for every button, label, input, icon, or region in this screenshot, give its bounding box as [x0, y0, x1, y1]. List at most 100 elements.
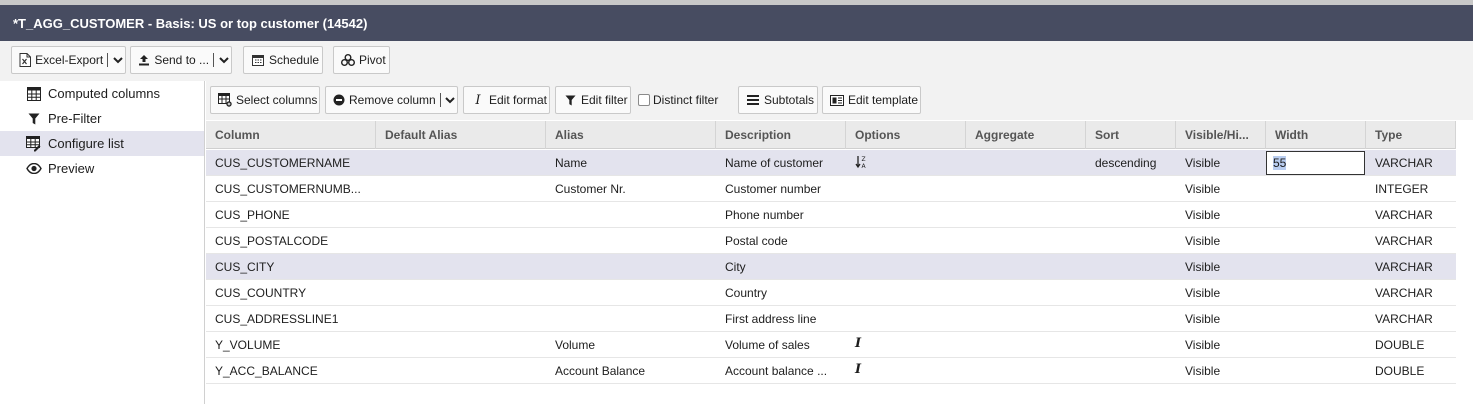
table-row[interactable]: CUS_CUSTOMERNUMB... Customer Nr. Custome… [206, 176, 1456, 202]
table-row[interactable]: Y_ACC_BALANCE Account Balance Account ba… [206, 358, 1456, 384]
table-row[interactable]: CUS_CITY City Visible VARCHAR [206, 254, 1456, 280]
table-row[interactable]: CUS_COUNTRY Country Visible VARCHAR [206, 280, 1456, 306]
width-edit-input[interactable]: 55 [1266, 151, 1365, 175]
cell-type: VARCHAR [1375, 208, 1433, 222]
distinct-filter-checkbox[interactable] [638, 94, 650, 106]
cell-description: Account balance ... [725, 364, 828, 378]
cell-visible: Visible [1185, 338, 1221, 352]
cell-type: VARCHAR [1375, 234, 1433, 248]
table-grid-icon [26, 86, 42, 102]
separator [439, 93, 441, 107]
cell-visible: Visible [1185, 182, 1221, 196]
upload-icon [138, 53, 150, 67]
cell-column: CUS_POSTALCODE [215, 234, 329, 248]
distinct-filter-label: Distinct filter [653, 93, 719, 107]
filter-icon [563, 93, 577, 107]
sidebar-item-computed-columns[interactable]: Computed columns [0, 81, 204, 106]
cell-type: VARCHAR [1375, 260, 1433, 274]
cell-description: Postal code [725, 234, 788, 248]
cell-alias: Name [555, 156, 588, 170]
cell-type: DOUBLE [1375, 338, 1425, 352]
pivot-button[interactable]: Pivot [333, 46, 390, 74]
separator [213, 53, 214, 67]
sidebar-item-pre-filter[interactable]: Pre-Filter [0, 106, 204, 131]
header-width[interactable]: Width [1266, 121, 1366, 149]
edit-filter-button[interactable]: Edit filter [555, 86, 631, 114]
chevron-down-icon[interactable] [111, 53, 125, 67]
excel-export-button[interactable]: Excel-Export [11, 46, 126, 74]
table-row[interactable]: CUS_ADDRESSLINE1 First address line Visi… [206, 306, 1456, 332]
cell-column: Y_ACC_BALANCE [215, 364, 318, 378]
edit-template-button[interactable]: Edit template [822, 86, 921, 114]
title-bar: *T_AGG_CUSTOMER - Basis: US or top custo… [0, 5, 1473, 41]
cell-description: Name of customer [725, 156, 824, 170]
cell-column: Y_VOLUME [215, 338, 281, 352]
edit-format-button[interactable]: I Edit format [463, 86, 550, 114]
chevron-down-icon[interactable] [217, 53, 231, 67]
configure-list-icon [26, 135, 42, 152]
list-lines-icon [746, 93, 760, 107]
cell-type: DOUBLE [1375, 364, 1425, 378]
cell-visible: Visible [1185, 208, 1221, 222]
subtotals-button[interactable]: Subtotals [738, 86, 818, 114]
header-visible[interactable]: Visible/Hi... [1176, 121, 1266, 149]
send-to-button[interactable]: Send to ... [130, 46, 232, 74]
chevron-down-icon[interactable] [444, 93, 457, 107]
cell-column: CUS_CITY [215, 260, 275, 274]
header-default-alias[interactable]: Default Alias [376, 121, 546, 149]
minus-circle-icon [333, 93, 345, 107]
sidebar: Computed columns Pre-Filter Configure li… [0, 81, 205, 404]
cell-visible: Visible [1185, 286, 1221, 300]
sidebar-item-preview[interactable]: Preview [0, 156, 204, 181]
cell-visible: Visible [1185, 312, 1221, 326]
header-options[interactable]: Options [846, 121, 966, 149]
table-row[interactable]: CUS_CUSTOMERNAME Name Name of customer Z… [206, 150, 1456, 176]
table-row[interactable]: CUS_POSTALCODE Postal code Visible VARCH… [206, 228, 1456, 254]
filter-icon [26, 111, 42, 127]
header-sort[interactable]: Sort [1086, 121, 1176, 149]
cell-type: VARCHAR [1375, 286, 1433, 300]
cell-description: Country [725, 286, 768, 300]
schedule-button[interactable]: Schedule [243, 46, 323, 74]
select-columns-button[interactable]: Select columns [210, 86, 320, 114]
format-italic-icon: I [855, 362, 862, 377]
cell-type: VARCHAR [1375, 156, 1433, 170]
grid-header: Column Default Alias Alias Description O… [206, 121, 1456, 149]
cell-column: CUS_COUNTRY [215, 286, 307, 300]
table-row[interactable]: CUS_PHONE Phone number Visible VARCHAR [206, 202, 1456, 228]
cell-visible: Visible [1185, 260, 1221, 274]
cell-sort: descending [1095, 156, 1157, 170]
svg-text:A: A [862, 163, 867, 169]
header-description[interactable]: Description [716, 121, 846, 149]
svg-text:Z: Z [862, 156, 866, 163]
header-aggregate[interactable]: Aggregate [966, 121, 1086, 149]
header-alias[interactable]: Alias [546, 121, 716, 149]
pivot-cubes-icon [341, 53, 355, 67]
cell-column: CUS_CUSTOMERNAME [215, 156, 351, 170]
calendar-icon [251, 53, 265, 67]
table-row[interactable]: Y_VOLUME Volume Volume of sales I Visibl… [206, 332, 1456, 358]
window-title: *T_AGG_CUSTOMER - Basis: US or top custo… [13, 16, 368, 31]
excel-file-icon [19, 53, 32, 67]
sort-az-icon: ZA [855, 155, 867, 172]
separator [107, 53, 109, 67]
cell-description: Volume of sales [725, 338, 810, 352]
sidebar-item-configure-list[interactable]: Configure list [0, 131, 204, 156]
table-add-icon [218, 93, 232, 107]
header-type[interactable]: Type [1366, 121, 1456, 149]
cell-type: INTEGER [1375, 182, 1429, 196]
template-icon [830, 93, 844, 107]
cell-alias: Volume [555, 338, 596, 352]
eye-icon [26, 161, 42, 177]
cell-description: City [725, 260, 746, 274]
italic-format-icon: I [475, 92, 481, 108]
cell-column: CUS_ADDRESSLINE1 [215, 312, 339, 326]
main-toolbar: Excel-Export Send to ... Schedule Pivot [0, 41, 1473, 81]
cell-alias: Customer Nr. [555, 182, 626, 196]
cell-visible: Visible [1185, 234, 1221, 248]
cell-description: First address line [725, 312, 817, 326]
cell-type: VARCHAR [1375, 312, 1433, 326]
remove-column-button[interactable]: Remove column [325, 86, 458, 114]
header-column[interactable]: Column [206, 121, 376, 149]
configure-list-panel: Select columns Remove column I Edit form… [206, 81, 1473, 404]
